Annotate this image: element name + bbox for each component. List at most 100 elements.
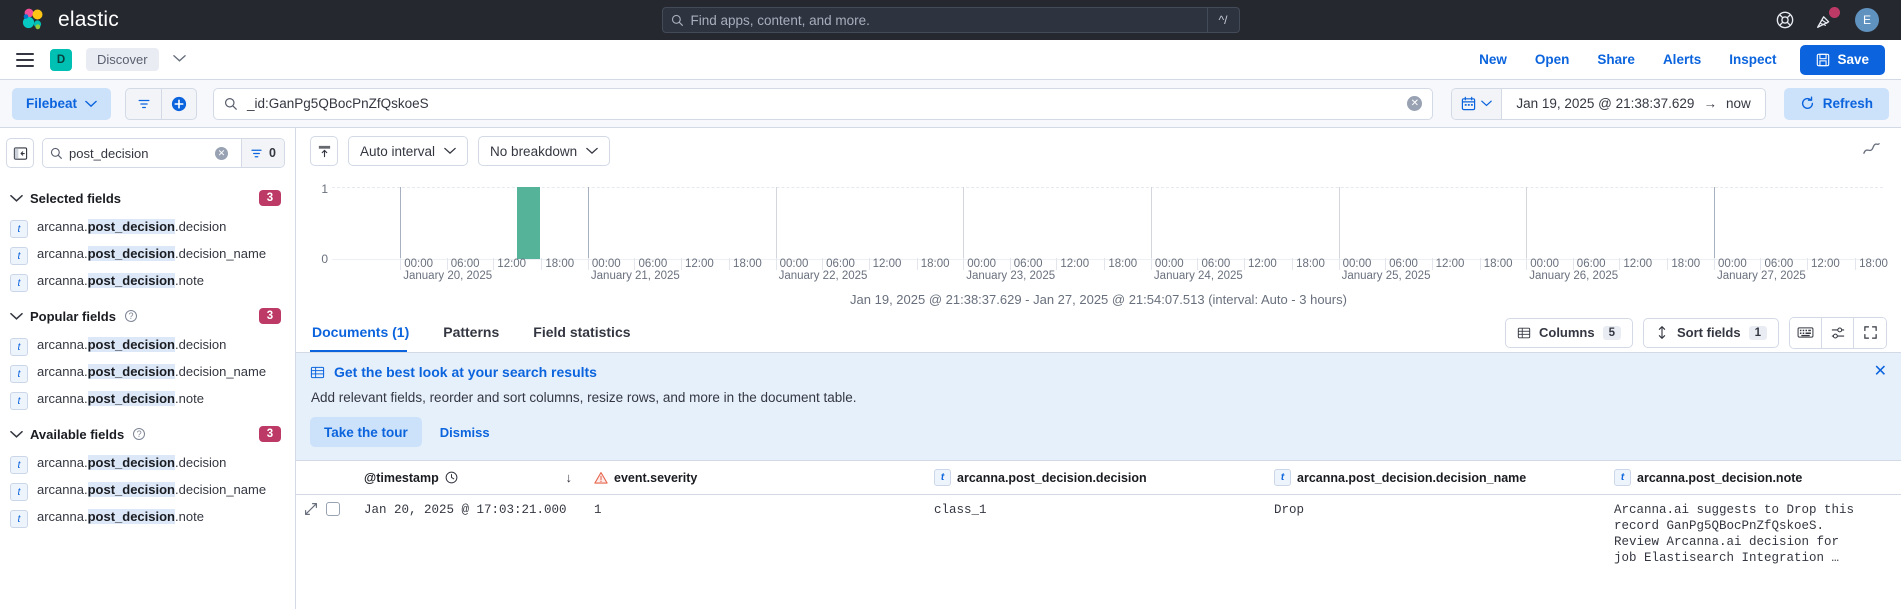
chart-toolbar-right <box>1862 139 1887 163</box>
query-input[interactable]: _id:GanPg5QBocPnZfQskoeS ✕ <box>213 87 1434 120</box>
help-circle-icon[interactable] <box>1775 10 1795 30</box>
field-label: arcanna.post_decision.decision <box>37 337 227 352</box>
table-header-event-severity[interactable]: event.severity <box>584 471 924 485</box>
party-popper-icon[interactable] <box>1815 7 1840 30</box>
global-search-shortcut[interactable]: ^/ <box>1207 7 1240 33</box>
add-circle-icon[interactable] <box>161 87 198 120</box>
discover-app: elastic Find apps, content, and more. ^/ <box>0 0 1901 609</box>
alerts-button[interactable]: Alerts <box>1649 46 1715 73</box>
breakdown-select[interactable]: No breakdown <box>478 136 611 166</box>
share-button[interactable]: Share <box>1583 46 1649 73</box>
interval-select[interactable]: Auto interval <box>348 136 469 166</box>
expand-row-icon[interactable] <box>304 502 318 516</box>
breadcrumb[interactable]: Discover <box>86 48 159 71</box>
sidebar-field-arcanna-post-decision-note[interactable]: t arcanna.post_decision.note <box>0 387 295 414</box>
string-field-icon: t <box>10 365 28 383</box>
refresh-button[interactable]: Refresh <box>1783 87 1889 120</box>
histogram-bar[interactable] <box>516 187 540 259</box>
sort-desc-icon[interactable]: ↓ <box>566 470 573 485</box>
sidebar-section-available-fields[interactable]: Available fields ? 3 <box>0 414 295 451</box>
keyboard-shortcuts-icon[interactable] <box>1790 317 1822 348</box>
x-tick: 18:00 <box>916 258 950 270</box>
chevron-down-icon <box>1481 100 1493 107</box>
calendar-icon[interactable] <box>1452 88 1503 119</box>
clear-query-icon[interactable]: ✕ <box>1407 96 1423 111</box>
x-day-label: January 21, 2025 <box>590 270 680 282</box>
table-row[interactable]: Jan 20, 2025 @ 17:03:21.000 1 class_1 Dr… <box>296 495 1901 609</box>
histogram-chart[interactable]: 1 0 00:00 06:00 12:00 18:00 January 20, … <box>296 174 1901 284</box>
chevron-down-icon[interactable] <box>172 54 186 66</box>
filter-icon[interactable] <box>125 87 162 120</box>
edit-visualization-icon[interactable] <box>1862 139 1881 163</box>
gridline-top <box>332 187 1883 188</box>
sidebar-field-arcanna-post-decision-decision[interactable]: t arcanna.post_decision.decision <box>0 333 295 360</box>
x-tick: 12:00 <box>1619 258 1652 270</box>
sidebar-field-arcanna-post-decision-decision-name[interactable]: t arcanna.post_decision.decision_name <box>0 242 295 269</box>
save-button[interactable]: Save <box>1800 44 1885 75</box>
fullscreen-icon[interactable] <box>1854 317 1886 348</box>
x-tick: 12:00 <box>1431 258 1464 270</box>
table-header-post-decision-note[interactable]: t arcanna.post_decision.note <box>1604 469 1901 486</box>
table-icon <box>1517 327 1531 338</box>
brand-label: elastic <box>58 8 119 31</box>
row-select-checkbox[interactable] <box>326 502 340 516</box>
field-label: arcanna.post_decision.decision_name <box>37 364 267 379</box>
avatar[interactable]: E <box>1855 8 1879 32</box>
sidebar-field-arcanna-post-decision-note[interactable]: t arcanna.post_decision.note <box>0 505 295 532</box>
field-filter-count: 0 <box>269 146 276 160</box>
tab-field-statistics[interactable]: Field statistics <box>531 314 644 351</box>
collapse-panel-icon[interactable] <box>6 138 34 168</box>
string-field-icon: t <box>10 274 28 292</box>
hamburger-menu-icon[interactable] <box>16 52 34 67</box>
sidebar-field-arcanna-post-decision-decision[interactable]: t arcanna.post_decision.decision <box>0 451 295 478</box>
help-icon[interactable]: ? <box>124 310 137 322</box>
field-sidebar: post_decision ✕ 0 Selected fields 3 t ar… <box>0 128 296 609</box>
y-tick-1: 1 <box>321 182 328 196</box>
table-header-timestamp[interactable]: @timestamp ↓ <box>354 470 584 485</box>
refresh-label: Refresh <box>1822 96 1873 111</box>
table-header-post-decision-decision-name[interactable]: t arcanna.post_decision.decision_name <box>1264 469 1604 486</box>
sidebar-field-arcanna-post-decision-decision-name[interactable]: t arcanna.post_decision.decision_name <box>0 360 295 387</box>
table-header-post-decision-decision[interactable]: t arcanna.post_decision.decision <box>924 469 1264 486</box>
field-label: arcanna.post_decision.decision <box>37 219 227 234</box>
string-field-icon: t <box>1274 469 1291 486</box>
x-tick: 06:00 <box>1385 258 1418 270</box>
x-tick: 06:00 <box>446 258 480 270</box>
x-tick: 00:00 <box>775 258 808 270</box>
sidebar-field-arcanna-post-decision-note[interactable]: t arcanna.post_decision.note <box>0 269 295 296</box>
global-search-field[interactable]: Find apps, content, and more. <box>661 7 1208 33</box>
new-button[interactable]: New <box>1465 46 1521 73</box>
clear-field-search-icon[interactable]: ✕ <box>215 146 229 160</box>
tab-patterns[interactable]: Patterns <box>441 314 513 351</box>
date-arrow-icon: → <box>1703 96 1717 111</box>
display-options-icon[interactable] <box>1822 317 1854 348</box>
table-header-row: @timestamp ↓ event.severity t arcanna.po… <box>296 461 1901 495</box>
take-the-tour-button[interactable]: Take the tour <box>310 417 422 447</box>
sort-fields-button[interactable]: Sort fields 1 <box>1643 317 1779 348</box>
field-search-input[interactable]: post_decision ✕ 0 <box>42 138 285 168</box>
collapse-chart-icon[interactable] <box>310 136 338 166</box>
help-icon[interactable]: ? <box>133 428 146 440</box>
sidebar-section-popular-fields[interactable]: Popular fields ? 3 <box>0 296 295 333</box>
elastic-brand[interactable]: elastic <box>0 7 119 33</box>
dismiss-button[interactable]: Dismiss <box>430 425 500 440</box>
sidebar-field-arcanna-post-decision-decision-name[interactable]: t arcanna.post_decision.decision_name <box>0 478 295 505</box>
sidebar-section-selected-fields[interactable]: Selected fields 3 <box>0 178 295 215</box>
close-icon[interactable]: ✕ <box>1874 364 1887 380</box>
open-button[interactable]: Open <box>1521 46 1584 73</box>
global-search[interactable]: Find apps, content, and more. ^/ <box>661 7 1240 33</box>
field-type-filter-button[interactable]: 0 <box>241 139 284 167</box>
inspect-button[interactable]: Inspect <box>1715 46 1790 73</box>
x-day-label: January 22, 2025 <box>778 270 868 282</box>
date-start: Jan 19, 2025 @ 21:38:37.629 <box>1516 96 1695 111</box>
columns-button[interactable]: Columns 5 <box>1504 317 1634 348</box>
field-label: arcanna.post_decision.decision_name <box>37 482 267 497</box>
tab-documents[interactable]: Documents (1) <box>310 314 423 352</box>
data-view-picker[interactable]: Filebeat <box>12 87 112 120</box>
sort-fields-count: 1 <box>1748 325 1767 340</box>
string-field-icon: t <box>1614 469 1631 486</box>
date-range[interactable]: Jan 19, 2025 @ 21:38:37.629 → now <box>1502 96 1764 111</box>
timestamp-header-label: @timestamp <box>364 470 439 485</box>
sidebar-field-arcanna-post-decision-decision[interactable]: t arcanna.post_decision.decision <box>0 215 295 242</box>
columns-label: Columns <box>1538 325 1595 340</box>
